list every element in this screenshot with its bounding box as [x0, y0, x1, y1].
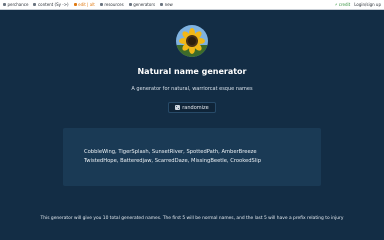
nav-generators[interactable]: generators: [128, 2, 156, 7]
grid-icon: [128, 3, 132, 6]
dice-icon: [175, 105, 181, 110]
randomize-label: randomize: [182, 104, 209, 111]
plus-icon: [160, 3, 164, 6]
nav-home-label: perchance: [7, 2, 29, 7]
nav-resources-label: resources: [104, 2, 124, 7]
results-panel: CobbleWing, TigerSplash, SunsetRiver, Sp…: [63, 128, 321, 186]
top-nav-bar: perchance content (Sy ->) edit | alt res…: [0, 0, 384, 10]
result-line: TwistedHope, Batteredjaw, ScarredDaze, M…: [84, 158, 261, 164]
sunflower-icon: [176, 25, 208, 57]
code-icon: [33, 3, 37, 6]
nav-edit-label: edit | alt: [78, 2, 95, 7]
nav-links: perchance content (Sy ->) edit | alt res…: [3, 2, 178, 7]
footer-note: This generator will give you 10 total ge…: [40, 216, 344, 221]
book-icon: [99, 3, 103, 6]
randomize-button[interactable]: randomize: [168, 102, 216, 113]
nav-content[interactable]: content (Sy ->): [33, 2, 69, 7]
page-subtitle: A generator for natural, warriorcat esqu…: [131, 86, 253, 92]
home-icon: [3, 3, 6, 6]
nav-content-label: content (Sy ->): [37, 2, 69, 7]
credits-link[interactable]: ⚡ credit: [335, 2, 351, 7]
login-link[interactable]: Login/sign up: [354, 2, 381, 7]
nav-generators-label: generators: [133, 2, 156, 7]
nav-new-label: new: [164, 2, 173, 7]
nav-right: ⚡ credit Login/sign up: [335, 2, 381, 7]
page-title: Natural name generator: [137, 67, 247, 76]
nav-home[interactable]: perchance: [3, 2, 28, 7]
sunflower-avatar: [176, 25, 208, 57]
edit-icon: [73, 3, 77, 6]
nav-edit[interactable]: edit | alt: [73, 2, 95, 7]
nav-new[interactable]: new: [160, 2, 173, 7]
nav-resources[interactable]: resources: [99, 2, 124, 7]
result-line: CobbleWing, TigerSplash, SunsetRiver, Sp…: [84, 149, 257, 155]
